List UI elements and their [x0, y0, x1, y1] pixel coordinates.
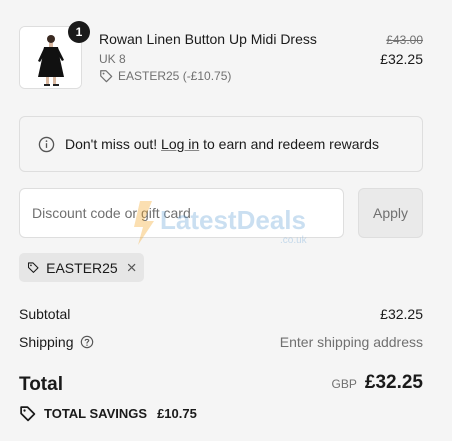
line-item-price: £32.25: [380, 51, 423, 67]
rewards-text: Don't miss out! Log in to earn and redee…: [65, 136, 379, 152]
applied-discount-tag: EASTER25: [19, 253, 144, 282]
rewards-banner: Don't miss out! Log in to earn and redee…: [19, 116, 423, 172]
subtotal-value: £32.25: [380, 306, 423, 322]
shipping-label: Shipping: [19, 334, 94, 350]
total-currency: GBP: [331, 377, 357, 391]
total-value: GBP £32.25: [332, 372, 423, 394]
discount-code-input[interactable]: [19, 188, 344, 238]
quantity-badge: 1: [68, 21, 90, 43]
total-amount: £32.25: [364, 372, 423, 393]
help-question-icon[interactable]: [80, 335, 94, 349]
shipping-label-text: Shipping: [19, 334, 74, 350]
total-label: Total: [19, 374, 63, 395]
line-item-discount: EASTER25 (-£10.75): [99, 69, 231, 83]
total-savings: TOTAL SAVINGS £10.75: [19, 405, 197, 422]
info-icon: [38, 136, 55, 152]
apply-button[interactable]: Apply: [358, 188, 423, 238]
product-name: Rowan Linen Button Up Midi Dress: [99, 31, 317, 47]
compare-at-price: £43.00: [386, 33, 423, 47]
savings-amount: £10.75: [157, 406, 197, 421]
product-variant: UK 8: [99, 52, 126, 66]
remove-discount-close-icon[interactable]: [127, 261, 136, 274]
line-item-discount-label: EASTER25 (-£10.75): [118, 69, 232, 83]
subtotal-label-text: Subtotal: [19, 306, 71, 322]
applied-discount-code: EASTER25: [46, 259, 118, 276]
subtotal-label: Subtotal: [19, 306, 70, 322]
tag-icon: [100, 70, 113, 83]
login-link[interactable]: Log in: [161, 136, 199, 152]
rewards-prefix: Don't miss out!: [65, 136, 158, 152]
savings-tag-icon: [20, 406, 36, 422]
tag-icon: [27, 262, 39, 273]
rewards-suffix: to earn and redeem rewards: [203, 136, 379, 152]
shipping-value: Enter shipping address: [279, 334, 423, 350]
savings-label: TOTAL SAVINGS: [44, 406, 148, 421]
